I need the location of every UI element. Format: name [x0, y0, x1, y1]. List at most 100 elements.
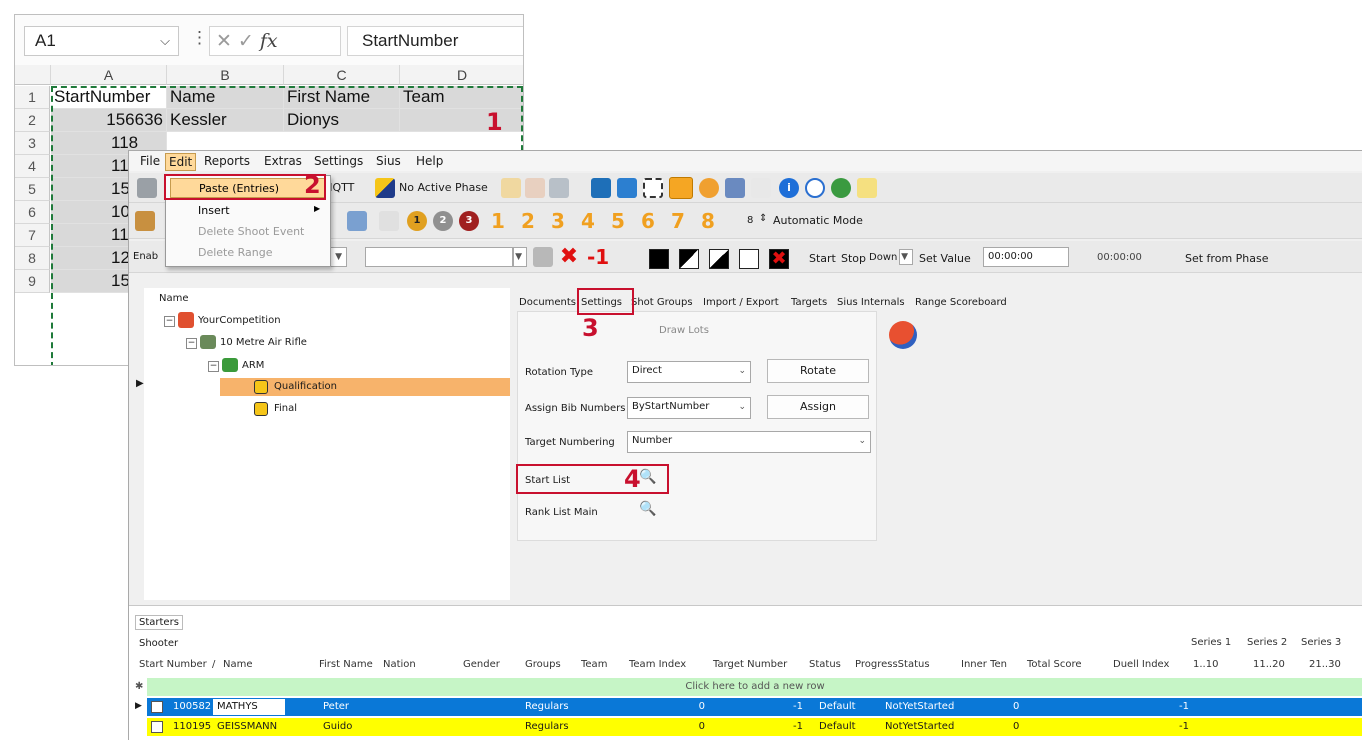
- relay-2-button[interactable]: 2: [521, 209, 535, 233]
- chart-icon[interactable]: [379, 211, 399, 231]
- cell-duell-index[interactable]: -1: [1169, 699, 1193, 715]
- person-icon[interactable]: [525, 178, 545, 198]
- circle-2-icon[interactable]: 2: [433, 211, 453, 231]
- set-from-phase-button[interactable]: Set from Phase: [1185, 252, 1269, 265]
- col-series-1[interactable]: Series 1: [1191, 637, 1231, 648]
- draw-lots-icon[interactable]: [889, 321, 917, 349]
- menu-edit[interactable]: Edit: [165, 153, 197, 171]
- cell-name[interactable]: MATHYS: [213, 699, 285, 715]
- cell-inner-ten[interactable]: 0: [1009, 699, 1023, 715]
- check-icon[interactable]: ✓: [238, 31, 260, 52]
- cell-start-number[interactable]: 100582: [169, 699, 213, 715]
- row-header[interactable]: 6: [15, 201, 50, 224]
- time-input[interactable]: 00:00:00: [983, 247, 1069, 267]
- direction-value[interactable]: Down: [869, 252, 897, 263]
- column-header-d[interactable]: D: [400, 65, 523, 85]
- col-inner-ten[interactable]: Inner Ten: [961, 659, 1007, 670]
- col-progress-status[interactable]: ProgressStatus: [855, 659, 930, 670]
- users-icon[interactable]: [347, 211, 367, 231]
- col-team-index[interactable]: Team Index: [629, 659, 686, 670]
- target-icon[interactable]: [591, 178, 611, 198]
- row-header[interactable]: 5: [15, 178, 50, 201]
- cell-start-number[interactable]: 110195: [169, 719, 213, 735]
- cancel-icon[interactable]: ✕: [216, 31, 238, 52]
- tab-range-scoreboard[interactable]: Range Scoreboard: [915, 297, 1007, 308]
- relay-8-button[interactable]: 8: [701, 209, 715, 233]
- automatic-mode-label[interactable]: Automatic Mode: [773, 214, 863, 227]
- cell-team-index[interactable]: 0: [689, 699, 709, 715]
- menu-reports[interactable]: Reports: [201, 153, 253, 169]
- frame-icon[interactable]: [617, 178, 637, 198]
- tab-sius-internals[interactable]: Sius Internals: [837, 297, 905, 308]
- select-all-corner[interactable]: [15, 65, 51, 85]
- globe-icon[interactable]: [831, 178, 851, 198]
- set-value-button[interactable]: Set Value: [919, 252, 971, 265]
- menu-help[interactable]: Help: [413, 153, 446, 169]
- circle-3-icon[interactable]: 3: [459, 211, 479, 231]
- add-row-bar[interactable]: Click here to add a new row: [147, 678, 1362, 696]
- menu-file[interactable]: File: [137, 153, 163, 169]
- enable-label[interactable]: Enab: [133, 251, 158, 262]
- row-checkbox[interactable]: [151, 721, 163, 733]
- delete-range-item[interactable]: Delete Range: [170, 243, 326, 263]
- chart-icon[interactable]: [751, 178, 771, 198]
- cell-status[interactable]: Default: [815, 699, 860, 715]
- cell-groups[interactable]: Regulars: [521, 699, 573, 715]
- relay-5-button[interactable]: 5: [611, 209, 625, 233]
- col-name[interactable]: Name: [223, 659, 253, 670]
- rifle-icon[interactable]: [725, 178, 745, 198]
- collapse-icon[interactable]: −: [186, 338, 197, 349]
- relay-count[interactable]: 8: [747, 215, 753, 226]
- direction-dropdown[interactable]: ▼: [899, 249, 913, 265]
- collapse-icon[interactable]: −: [208, 361, 219, 372]
- half-target-button[interactable]: [709, 249, 729, 269]
- target-numbering-select[interactable]: Number ⌄: [627, 431, 871, 453]
- cell-target-number[interactable]: -1: [783, 699, 807, 715]
- collapse-icon[interactable]: −: [164, 316, 175, 327]
- cell-inner-ten[interactable]: 0: [1009, 719, 1023, 735]
- cell-status[interactable]: Default: [815, 719, 860, 735]
- row-header[interactable]: 8: [15, 247, 50, 270]
- tree-group[interactable]: ARM: [242, 360, 264, 371]
- info-icon[interactable]: i: [779, 178, 799, 198]
- stop-button[interactable]: Stop: [841, 252, 866, 265]
- white-target-button[interactable]: [739, 249, 759, 269]
- column-header-b[interactable]: B: [167, 65, 284, 85]
- row-header[interactable]: 3: [15, 132, 50, 155]
- tab-targets[interactable]: Targets: [791, 297, 827, 308]
- half-target-button[interactable]: [679, 249, 699, 269]
- row-header[interactable]: 9: [15, 270, 50, 293]
- clock-icon[interactable]: [805, 178, 825, 198]
- column-header-c[interactable]: C: [284, 65, 400, 85]
- col-target-number[interactable]: Target Number: [713, 659, 787, 670]
- relay-7-button[interactable]: 7: [671, 209, 685, 233]
- tab-documents[interactable]: Documents: [519, 297, 576, 308]
- row-header[interactable]: 1: [15, 86, 50, 109]
- no-target-button[interactable]: ✖: [769, 249, 789, 269]
- menu-sius[interactable]: Sius: [373, 153, 404, 169]
- relay-4-button[interactable]: 4: [581, 209, 595, 233]
- name-box[interactable]: A1 ⌵: [24, 26, 179, 56]
- phase-icon[interactable]: [375, 178, 395, 198]
- user-icon[interactable]: [699, 178, 719, 198]
- save-icon[interactable]: [137, 178, 157, 198]
- col-total-score[interactable]: Total Score: [1027, 659, 1082, 670]
- person-icon[interactable]: [501, 178, 521, 198]
- column-header-a[interactable]: A: [51, 65, 167, 85]
- row-header[interactable]: 7: [15, 224, 50, 247]
- menu-extras[interactable]: Extras: [261, 153, 305, 169]
- relay-1-button[interactable]: 1: [491, 209, 505, 233]
- function-icon[interactable]: fx: [260, 30, 278, 52]
- tree-event[interactable]: 10 Metre Air Rifle: [220, 337, 307, 348]
- preview-icon[interactable]: 🔍: [639, 501, 656, 517]
- relay-3-button[interactable]: 3: [551, 209, 565, 233]
- col-status[interactable]: Status: [809, 659, 841, 670]
- cell-first-name[interactable]: Peter: [319, 699, 353, 715]
- chevron-down-icon[interactable]: ⌵: [160, 27, 170, 55]
- combo-dropdown[interactable]: ▼: [513, 247, 527, 267]
- assign-button[interactable]: Assign: [767, 395, 869, 419]
- tab-shot-groups[interactable]: Shot Groups: [631, 297, 693, 308]
- delete-shoot-event-item[interactable]: Delete Shoot Event: [170, 222, 326, 242]
- col-groups[interactable]: Groups: [525, 659, 561, 670]
- menu-settings[interactable]: Settings: [311, 153, 366, 169]
